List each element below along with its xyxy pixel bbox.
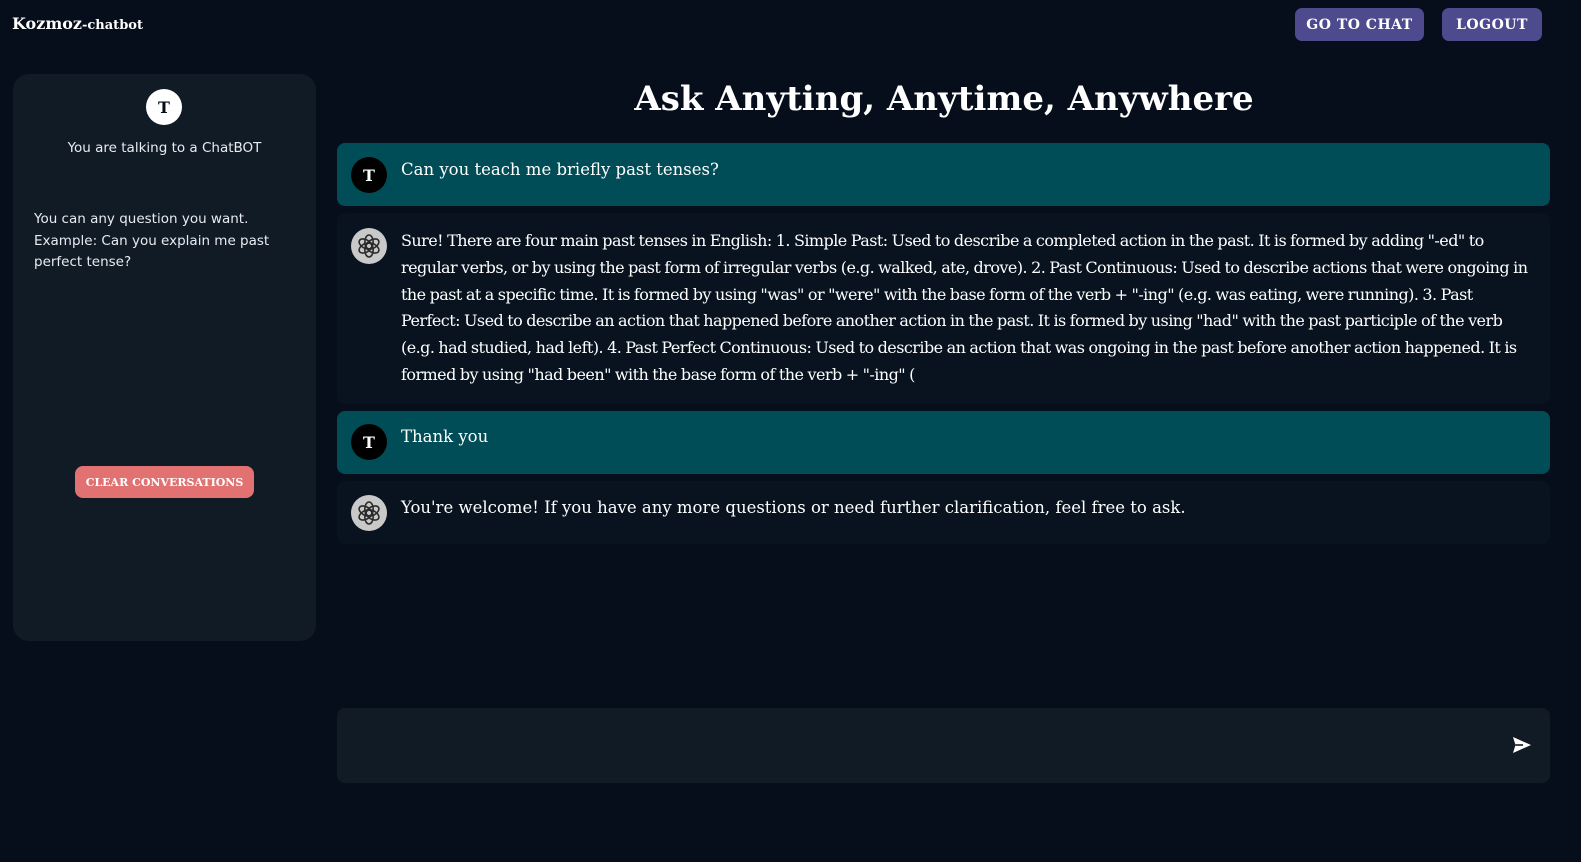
brand-suffix: -chatbot (82, 18, 143, 33)
message-text: Thank you (401, 427, 489, 446)
go-to-chat-button[interactable]: GO TO CHAT (1295, 8, 1424, 41)
user-avatar: T (351, 157, 387, 193)
openai-logo-icon (351, 228, 387, 264)
clear-conversations-button[interactable]: CLEAR CONVERSATIONS (75, 466, 254, 498)
message-text: Can you teach me briefly past tenses? (401, 160, 719, 179)
send-button[interactable] (1510, 735, 1534, 757)
send-icon (1512, 736, 1532, 757)
sidebar: T You are talking to a ChatBOT You can a… (13, 74, 316, 641)
brand-logo: Kozmoz-chatbot (12, 14, 143, 33)
logout-button[interactable]: LOGOUT (1442, 8, 1542, 41)
message-text: You're welcome! If you have any more que… (401, 498, 1186, 517)
user-message: T Can you teach me briefly past tenses? (337, 143, 1550, 206)
usage-hint-text: You can any question you want. Example: … (34, 211, 270, 270)
message-text: Sure! There are four main past tenses in… (401, 231, 1528, 384)
chat-input-container (337, 708, 1550, 783)
user-message: T Thank you (337, 411, 1550, 474)
page-title: Ask Anyting, Anytime, Anywhere (634, 79, 1254, 119)
user-avatar: T (146, 89, 182, 125)
bot-message: Sure! There are four main past tenses in… (337, 213, 1550, 404)
user-avatar: T (351, 424, 387, 460)
chatbot-status-text: You are talking to a ChatBOT (67, 140, 262, 156)
bot-message: You're welcome! If you have any more que… (337, 481, 1550, 544)
openai-logo-icon (351, 495, 387, 531)
chat-input[interactable] (355, 730, 1495, 760)
brand-name: Kozmoz (12, 14, 82, 33)
